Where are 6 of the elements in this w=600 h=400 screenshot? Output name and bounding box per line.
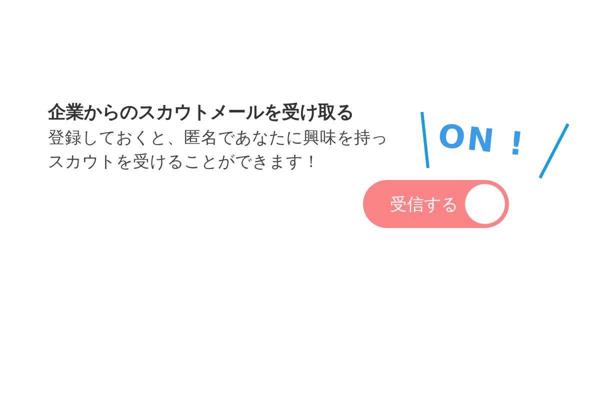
heading: 企業からのスカウトメールを受け取る [48,101,355,125]
accent-line [538,122,570,180]
callout-text: ON ! [436,118,528,162]
description: 登録しておくと、匿名であなたに興味を持っスカウトを受けることができます！ [48,127,389,173]
receive-toggle[interactable]: 受信する [363,180,509,228]
accent-line [420,110,430,170]
